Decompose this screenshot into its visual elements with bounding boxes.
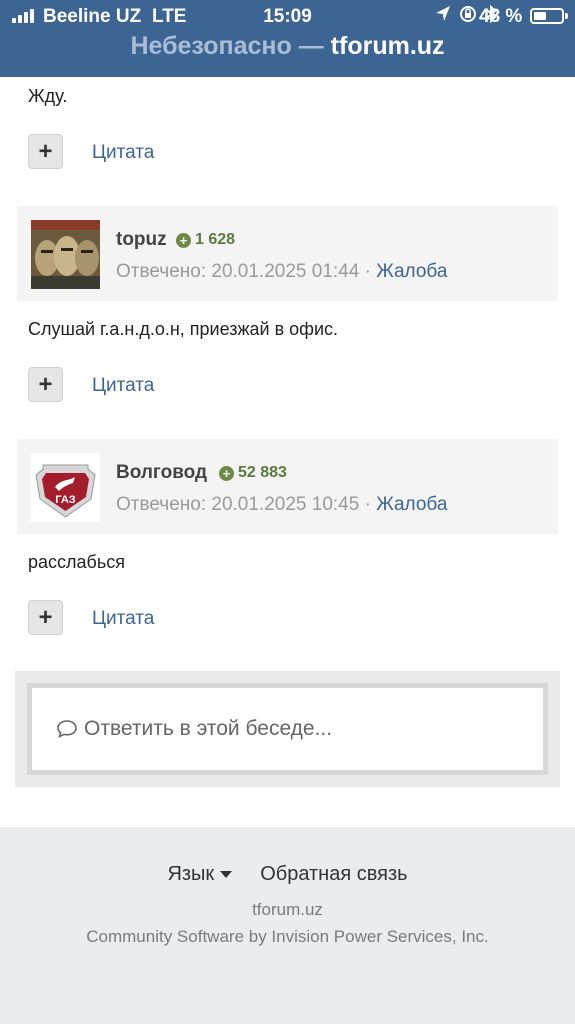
battery-percent: 48 % (479, 6, 523, 27)
reputation-plus-icon: + (176, 232, 191, 248)
multiquote-button[interactable]: + (28, 600, 63, 635)
plus-icon: + (38, 603, 53, 631)
post-date: Отвечено: 20.01.2025 01:44 (116, 261, 360, 282)
insecure-label: Небезопасно — (130, 32, 324, 60)
reputation-value: 52 883 (238, 464, 287, 481)
battery-icon (530, 8, 568, 24)
post-meta: Отвечено: 20.01.2025 10:45 · Жалоба (116, 494, 447, 516)
quote-link[interactable]: Цитата (92, 142, 154, 164)
quote-link[interactable]: Цитата (92, 375, 154, 397)
meta-separator: · (364, 261, 371, 282)
reputation-plus-icon: + (219, 465, 234, 481)
avatar[interactable]: ГАЗ (31, 453, 100, 522)
reply-input[interactable]: Ответить в этой беседе... (32, 688, 543, 770)
avatar[interactable] (31, 220, 100, 289)
reply-placeholder: Ответить в этой беседе... (56, 717, 332, 741)
author-name[interactable]: topuz (116, 229, 167, 251)
multiquote-button[interactable]: + (28, 367, 63, 402)
footer: Язык Обратная связь tforum.uz Community … (0, 827, 575, 1024)
caret-down-icon (220, 871, 233, 878)
post-author-header: topuz + 1 628 Отвечено: 20.01.2025 01:44… (17, 206, 558, 301)
footer-links: Язык Обратная связь (0, 863, 575, 886)
footer-site-name: tforum.uz (252, 900, 323, 919)
site-host: tforum.uz (330, 32, 445, 60)
quote-link[interactable]: Цитата (92, 608, 154, 630)
language-label: Язык (167, 863, 215, 885)
author-name[interactable]: Волговод (116, 462, 207, 484)
plus-icon: + (38, 137, 53, 165)
reputation-badge: + 52 883 (219, 464, 287, 482)
address-bar[interactable]: Небезопасно — tforum.uz (0, 32, 575, 61)
post-body: Слушай г.а.н.д.о.н, приезжай в офис. (28, 319, 339, 339)
report-link[interactable]: Жалоба (376, 494, 447, 515)
post-meta: Отвечено: 20.01.2025 01:44 · Жалоба (116, 261, 447, 283)
post-author-header: ГАЗ Волговод + 52 883 Отвечено: 20.01.20… (17, 439, 558, 534)
meta-separator: · (364, 494, 371, 515)
orientation-lock-icon (460, 6, 476, 22)
reply-frame: Ответить в этой беседе... (27, 683, 548, 775)
multiquote-button[interactable]: + (28, 134, 63, 169)
footer-copyright[interactable]: Community Software by Invision Power Ser… (0, 927, 575, 947)
reputation-value: 1 628 (195, 231, 236, 248)
plus-icon: + (38, 370, 53, 398)
reply-container: Ответить в этой беседе... (15, 671, 560, 787)
post-body: расслабься (28, 552, 125, 572)
reputation-badge: + 1 628 (176, 231, 235, 249)
status-bar: Beeline UZ LTE 15:09 48 % (0, 0, 575, 32)
location-arrow-icon (436, 6, 450, 21)
browser-header: Beeline UZ LTE 15:09 48 % Небезопасно — … (0, 0, 575, 77)
comment-bubble-icon (57, 720, 77, 738)
report-link[interactable]: Жалоба (376, 261, 447, 282)
reply-placeholder-text: Ответить в этой беседе... (84, 717, 333, 740)
post-body: Жду. (28, 86, 68, 106)
post-date: Отвечено: 20.01.2025 10:45 (116, 494, 360, 515)
avatar-logo-text: ГАЗ (55, 494, 75, 506)
feedback-link[interactable]: Обратная связь (260, 863, 407, 886)
language-selector[interactable]: Язык (167, 863, 233, 886)
